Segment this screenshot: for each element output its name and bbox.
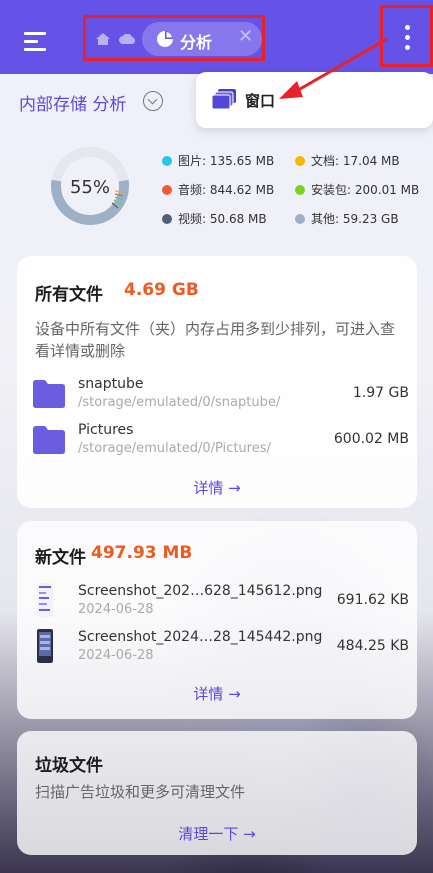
legend-item: 视频: 50.68 MB bbox=[162, 210, 267, 227]
file-date: 2024-06-28 bbox=[78, 602, 154, 617]
folder-row[interactable]: snaptube /storage/emulated/0/snaptube/ 1… bbox=[33, 376, 409, 426]
legend-dot bbox=[162, 156, 172, 166]
file-row[interactable]: Screenshot_2024…28_145442.png 2024-06-28… bbox=[33, 629, 409, 679]
storage-summary: 55% 图片: 135.65 MB 文档: 17.04 MB 音频: 844.6… bbox=[0, 132, 433, 252]
file-name: Screenshot_2024…28_145442.png bbox=[78, 629, 323, 645]
folder-size: 1.97 GB bbox=[352, 385, 409, 401]
screenshot-thumbnail bbox=[37, 629, 53, 663]
storage-donut-chart: 55% bbox=[51, 147, 129, 225]
all-files-title: 所有文件 bbox=[35, 285, 103, 305]
folder-name: Pictures bbox=[78, 422, 134, 438]
breadcrumb: 分析 ✕ bbox=[83, 15, 265, 61]
more-vert-icon bbox=[405, 25, 411, 51]
legend-dot bbox=[295, 185, 305, 195]
legend-item: 安装包: 200.01 MB bbox=[295, 181, 419, 198]
file-size: 691.62 KB bbox=[336, 592, 409, 608]
legend-item: 其他: 59.23 GB bbox=[295, 210, 399, 227]
menu-icon[interactable] bbox=[24, 30, 48, 52]
screenshot-thumbnail bbox=[37, 583, 53, 617]
legend-dot bbox=[162, 214, 172, 224]
junk-files-description: 扫描广告垃圾和更多可清理文件 bbox=[35, 783, 246, 801]
used-percent: 55% bbox=[70, 177, 110, 198]
clean-up-link[interactable]: 清理一下 → bbox=[17, 823, 417, 844]
folder-name: snaptube bbox=[78, 376, 144, 392]
tab-analysis-label: 分析 bbox=[180, 33, 213, 52]
folder-path: /storage/emulated/0/snaptube/ bbox=[78, 395, 281, 410]
tab-analysis[interactable]: 分析 ✕ bbox=[142, 22, 262, 56]
chevron-down-icon[interactable] bbox=[143, 91, 163, 111]
legend-dot bbox=[295, 214, 305, 224]
all-files-details-link[interactable]: 详情 → bbox=[17, 477, 417, 498]
legend-dot bbox=[162, 185, 172, 195]
folder-path: /storage/emulated/0/Pictures/ bbox=[78, 441, 271, 456]
all-files-description: 设备中所有文件（夹）内存占用多到少排列，可进入查看详情或删除 bbox=[35, 320, 396, 360]
file-size: 484.25 KB bbox=[336, 638, 409, 654]
annotation-arrow bbox=[279, 37, 388, 99]
legend-item: 图片: 135.65 MB bbox=[162, 152, 274, 169]
folder-size: 600.02 MB bbox=[333, 431, 409, 447]
storage-title[interactable]: 内部存储 分析 bbox=[19, 90, 126, 115]
new-files-title: 新文件 bbox=[35, 548, 86, 568]
junk-files-card[interactable]: 垃圾文件 扫描广告垃圾和更多可清理文件 清理一下 → bbox=[17, 731, 417, 855]
legend-item: 音频: 844.62 MB bbox=[162, 181, 274, 198]
file-name: Screenshot_202…628_145612.png bbox=[78, 583, 323, 599]
all-files-card[interactable]: 所有文件 4.69 GB 设备中所有文件（夹）内存占用多到少排列，可进入查看详情… bbox=[17, 256, 417, 508]
junk-files-title: 垃圾文件 bbox=[35, 756, 103, 776]
folder-icon bbox=[33, 426, 65, 454]
file-date: 2024-06-28 bbox=[78, 648, 154, 663]
pie-chart-icon bbox=[157, 31, 173, 47]
window-icon bbox=[212, 89, 236, 109]
all-files-size: 4.69 GB bbox=[124, 280, 199, 300]
legend-item: 文档: 17.04 MB bbox=[295, 152, 400, 169]
file-row[interactable]: Screenshot_202…628_145612.png 2024-06-28… bbox=[33, 583, 409, 633]
cloud-icon[interactable] bbox=[119, 34, 135, 44]
folder-icon bbox=[33, 380, 65, 408]
legend-dot bbox=[295, 156, 305, 166]
new-files-card[interactable]: 新文件 497.93 MB Screenshot_202…628_145612.… bbox=[17, 521, 417, 719]
home-icon[interactable] bbox=[96, 33, 110, 45]
menu-item-window-label: 窗口 bbox=[245, 92, 276, 110]
folder-row[interactable]: Pictures /storage/emulated/0/Pictures/ 6… bbox=[33, 422, 409, 472]
new-files-size: 497.93 MB bbox=[91, 543, 193, 563]
new-files-details-link[interactable]: 详情 → bbox=[17, 683, 417, 704]
close-tab-icon[interactable]: ✕ bbox=[238, 26, 253, 47]
